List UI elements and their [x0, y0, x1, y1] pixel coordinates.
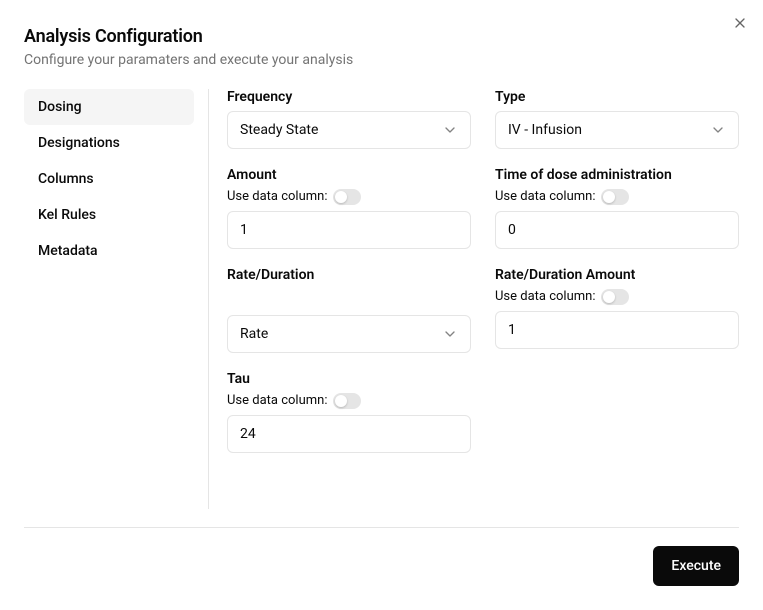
- dialog-subtitle: Configure your paramaters and execute yo…: [24, 51, 739, 71]
- close-button[interactable]: [731, 14, 749, 32]
- chevron-down-icon: [442, 326, 458, 342]
- sidebar-item-dosing[interactable]: Dosing: [24, 89, 194, 125]
- sidebar-item-kel-rules[interactable]: Kel Rules: [24, 197, 194, 233]
- field-rate-duration-amount: Rate/Duration Amount Use data column:: [495, 267, 739, 353]
- frequency-label: Frequency: [227, 89, 471, 105]
- close-icon: [732, 15, 748, 31]
- frequency-select[interactable]: Steady State: [227, 111, 471, 149]
- sidebar-item-label: Dosing: [38, 99, 82, 115]
- tau-label: Tau: [227, 371, 471, 387]
- amount-toggle-row: Use data column:: [227, 189, 471, 205]
- time-admin-toggle-row: Use data column:: [495, 189, 739, 205]
- tau-input[interactable]: [227, 415, 471, 453]
- type-value: IV - Infusion: [508, 122, 582, 138]
- sidebar-item-label: Metadata: [38, 243, 98, 259]
- type-label: Type: [495, 89, 739, 105]
- execute-button[interactable]: Execute: [653, 546, 739, 586]
- tau-toggle-row: Use data column:: [227, 393, 471, 409]
- rate-duration-amount-label: Rate/Duration Amount: [495, 267, 739, 283]
- sidebar-item-label: Columns: [38, 171, 94, 187]
- rate-duration-amount-toggle[interactable]: [601, 289, 629, 305]
- dialog-body: Dosing Designations Columns Kel Rules Me…: [24, 89, 739, 509]
- rate-duration-select[interactable]: Rate: [227, 315, 471, 353]
- sidebar-item-metadata[interactable]: Metadata: [24, 233, 194, 269]
- chevron-down-icon: [710, 122, 726, 138]
- tau-toggle[interactable]: [333, 393, 361, 409]
- time-admin-toggle[interactable]: [601, 189, 629, 205]
- frequency-value: Steady State: [240, 122, 318, 138]
- rate-duration-amount-toggle-row: Use data column:: [495, 289, 739, 305]
- sidebar-item-label: Kel Rules: [38, 207, 96, 223]
- field-tau: Tau Use data column:: [227, 371, 471, 453]
- field-amount: Amount Use data column:: [227, 167, 471, 249]
- amount-label: Amount: [227, 167, 471, 183]
- field-time-admin: Time of dose administration Use data col…: [495, 167, 739, 249]
- type-select-button[interactable]: IV - Infusion: [495, 111, 739, 149]
- rate-duration-select-button[interactable]: Rate: [227, 315, 471, 353]
- rate-duration-value: Rate: [240, 326, 268, 342]
- use-data-column-label: Use data column:: [495, 289, 595, 304]
- use-data-column-label: Use data column:: [495, 189, 595, 204]
- dialog-footer: Execute: [24, 527, 739, 586]
- content-panel: Frequency Steady State Type IV - Infusio…: [209, 89, 739, 509]
- sidebar-item-columns[interactable]: Columns: [24, 161, 194, 197]
- dialog-title: Analysis Configuration: [24, 24, 739, 49]
- analysis-config-dialog: Analysis Configuration Configure your pa…: [0, 0, 763, 610]
- rate-duration-label: Rate/Duration: [227, 267, 471, 283]
- dialog-header: Analysis Configuration Configure your pa…: [24, 24, 739, 71]
- spacer: [227, 289, 471, 309]
- field-type: Type IV - Infusion: [495, 89, 739, 149]
- chevron-down-icon: [442, 122, 458, 138]
- field-frequency: Frequency Steady State: [227, 89, 471, 149]
- rate-duration-amount-input[interactable]: [495, 311, 739, 349]
- time-admin-label: Time of dose administration: [495, 167, 739, 183]
- type-select[interactable]: IV - Infusion: [495, 111, 739, 149]
- use-data-column-label: Use data column:: [227, 189, 327, 204]
- use-data-column-label: Use data column:: [227, 393, 327, 408]
- sidebar: Dosing Designations Columns Kel Rules Me…: [24, 89, 209, 509]
- field-rate-duration: Rate/Duration Rate: [227, 267, 471, 353]
- sidebar-item-designations[interactable]: Designations: [24, 125, 194, 161]
- time-admin-input[interactable]: [495, 211, 739, 249]
- amount-input[interactable]: [227, 211, 471, 249]
- amount-toggle[interactable]: [333, 189, 361, 205]
- sidebar-item-label: Designations: [38, 135, 120, 151]
- frequency-select-button[interactable]: Steady State: [227, 111, 471, 149]
